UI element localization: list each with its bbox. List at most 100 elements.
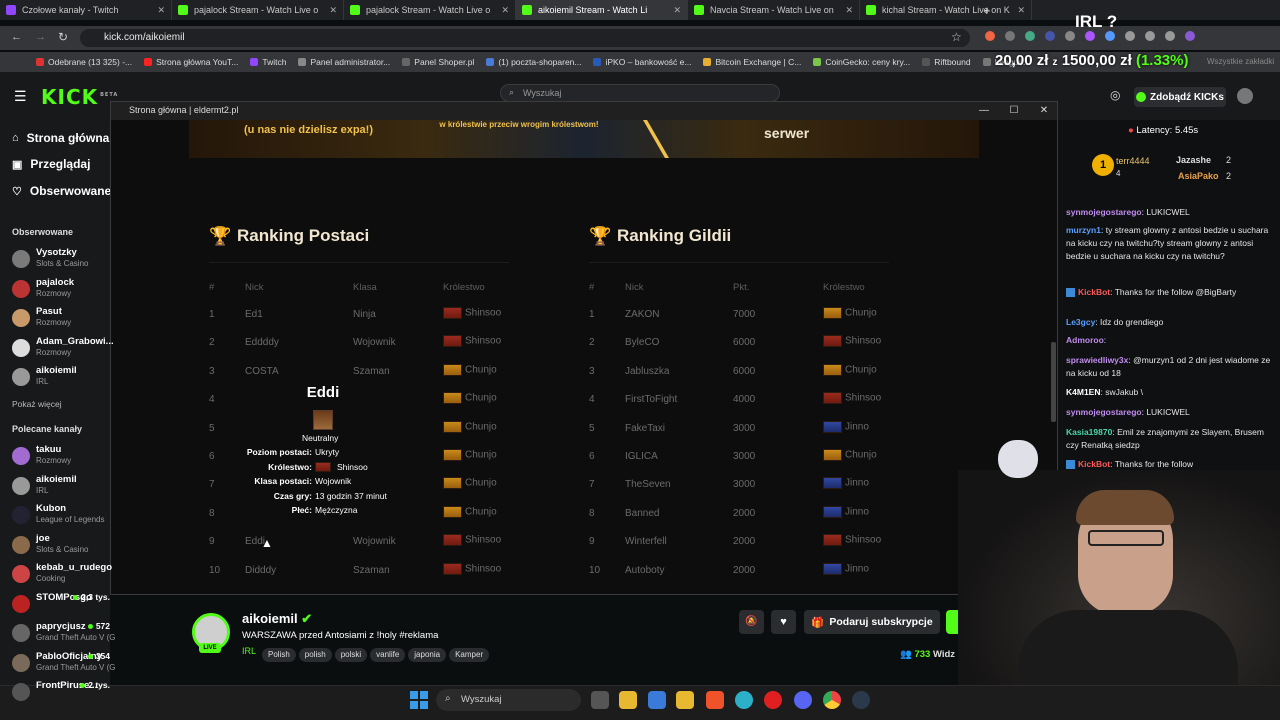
sidebar-channel[interactable]: pajalock Rozmowy xyxy=(12,277,108,303)
close-tab-icon[interactable]: ✕ xyxy=(157,5,165,16)
browser-tab[interactable]: Navcia Stream - Watch Live on ✕ xyxy=(688,0,860,20)
rank-nick[interactable]: IGLICA xyxy=(625,451,658,462)
forward-icon[interactable]: → xyxy=(35,31,46,43)
nav-following[interactable]: ♡ Obserwowane xyxy=(12,184,111,198)
notifications-icon[interactable]: ◎ xyxy=(1110,88,1120,102)
show-more-link[interactable]: Pokaż więcej xyxy=(12,399,62,409)
chat-username[interactable]: Le3gcy xyxy=(1066,317,1095,327)
browser-tab[interactable]: pajalock Stream - Watch Live o ✕ xyxy=(344,0,516,20)
kick-logo[interactable]: KICK BETA xyxy=(41,85,118,109)
windows-start-icon[interactable] xyxy=(410,691,428,709)
rank-nick[interactable]: COSTA xyxy=(245,366,279,377)
stream-tag[interactable]: Kamper xyxy=(449,648,490,662)
stream-tag[interactable]: polish xyxy=(298,648,332,662)
taskbar-search[interactable]: ⌕ Wyszukaj xyxy=(436,689,581,711)
rank-nick[interactable]: Ed1 xyxy=(245,309,263,320)
all-bookmarks[interactable]: Wszystkie zakładki xyxy=(1207,57,1274,66)
streamer-name[interactable]: aikoiemil ✔ xyxy=(242,611,312,627)
sidebar-channel[interactable]: aikoiemil IRL xyxy=(12,365,108,391)
edge-icon[interactable] xyxy=(735,691,753,709)
opera-icon[interactable] xyxy=(764,691,782,709)
rank-nick[interactable]: TheSeven xyxy=(625,479,671,490)
follow-heart-button[interactable]: ♥ xyxy=(771,610,796,634)
sidebar-channel[interactable]: Adam_Grabowi... Rozmowy xyxy=(12,336,114,362)
rank-nick[interactable]: ByleCO xyxy=(625,337,659,348)
task-view-icon[interactable] xyxy=(591,691,609,709)
close-button[interactable]: ✕ xyxy=(1029,102,1059,120)
browser-tab[interactable]: aikoiemil Stream - Watch Li ✕ xyxy=(516,0,688,20)
bookmark-item[interactable]: (1) poczta-shoparen... xyxy=(486,57,581,67)
bookmark-item[interactable]: Panel Shoper.pl xyxy=(402,57,474,67)
browser-tab[interactable]: Czołowe kanały - Twitch ✕ xyxy=(0,0,172,20)
sidebar-channel[interactable]: joe Slots & Casino xyxy=(12,533,108,559)
rank-nick[interactable]: Eddddy xyxy=(245,337,279,348)
rank-nick[interactable]: Banned xyxy=(625,508,659,519)
close-tab-icon[interactable]: ✕ xyxy=(845,5,853,16)
browser-tab[interactable]: kichal Stream - Watch Live on K ✕ xyxy=(860,0,1032,20)
gift-subscription-button[interactable]: 🎁 Podaruj subskrypcje xyxy=(804,610,940,634)
search-input[interactable]: ⌕ Wyszukaj xyxy=(500,84,780,102)
file-explorer-icon[interactable] xyxy=(619,691,637,709)
close-tab-icon[interactable]: ✕ xyxy=(673,5,681,16)
bookmark-item[interactable]: Odebrane (13 325) -... xyxy=(36,57,132,67)
rank-nick[interactable]: Didddy xyxy=(245,565,276,576)
top-gifter-1[interactable]: 1 xyxy=(1092,154,1114,176)
subscribe-button[interactable] xyxy=(946,610,958,634)
chat-username[interactable]: sprawiedliwy3x xyxy=(1066,355,1128,365)
chat-username[interactable]: synmojegostarego xyxy=(1066,407,1142,417)
bookmark-item[interactable]: Bitcoin Exchange | C... xyxy=(703,57,801,67)
rank-nick[interactable]: Winterfell xyxy=(625,536,667,547)
excel-icon[interactable] xyxy=(676,691,694,709)
rank-nick[interactable]: Autoboty xyxy=(625,565,664,576)
sidebar-channel[interactable]: kebab_u_rudego Cooking xyxy=(12,562,112,588)
sidebar-channel[interactable]: STOMPcsgo 2,3 tys. xyxy=(12,592,110,618)
bookmark-star-icon[interactable]: ☆ xyxy=(951,30,962,44)
back-icon[interactable]: ← xyxy=(11,31,22,43)
reload-icon[interactable]: ↻ xyxy=(58,30,68,44)
bookmark-item[interactable]: Panel administrator... xyxy=(298,57,390,67)
rank-nick[interactable]: Jabluszka xyxy=(625,366,669,377)
sidebar-channel[interactable]: takuu Rozmowy xyxy=(12,444,108,470)
chat-username[interactable]: synmojegostarego xyxy=(1066,207,1142,217)
chat-username[interactable]: K4M1EN xyxy=(1066,387,1100,397)
extension-icons[interactable] xyxy=(985,31,1255,43)
store-icon[interactable] xyxy=(648,691,666,709)
steam-icon[interactable] xyxy=(852,691,870,709)
chat-username[interactable]: KickBot xyxy=(1078,459,1110,469)
chrome-icon[interactable] xyxy=(823,691,841,709)
sidebar-channel[interactable]: paprycjusz Grand Theft Auto V (G... 572 xyxy=(12,621,116,647)
rank-nick[interactable]: ZAKON xyxy=(625,309,659,320)
nav-browse[interactable]: ▣ Przeglądaj xyxy=(12,157,90,171)
bookmark-item[interactable]: iPKO – bankowość e... xyxy=(593,57,691,67)
bookmark-item[interactable]: Riftbound xyxy=(922,57,971,67)
sidebar-channel[interactable]: aikoiemil IRL xyxy=(12,474,108,500)
sidebar-channel[interactable]: Vysotzky Slots & Casino xyxy=(12,247,108,273)
get-kicks-button[interactable]: Zdobądź KICKs xyxy=(1134,87,1226,107)
mute-notifications-button[interactable]: 🔕 xyxy=(739,610,764,634)
stream-category[interactable]: IRL xyxy=(242,646,256,656)
bookmark-item[interactable]: Twitch xyxy=(250,57,286,67)
sidebar-channel[interactable]: PabloOficjalny Grand Theft Auto V (G... 35… xyxy=(12,651,116,677)
stream-tag[interactable]: vanlife xyxy=(370,648,406,662)
url-field[interactable]: kick.com/aikoiemil xyxy=(80,29,970,47)
new-tab-button[interactable]: + xyxy=(983,3,991,18)
brave-icon[interactable] xyxy=(706,691,724,709)
rank-nick[interactable]: FakeTaxi xyxy=(625,423,665,434)
scrollbar[interactable] xyxy=(1051,342,1056,422)
close-tab-icon[interactable]: ✕ xyxy=(1017,5,1025,16)
maximize-button[interactable]: ☐ xyxy=(999,102,1029,120)
chat-username[interactable]: Admoroo xyxy=(1066,335,1104,345)
browser-tab[interactable]: pajalock Stream - Watch Live o ✕ xyxy=(172,0,344,20)
stream-tag[interactable]: Polish xyxy=(262,648,296,662)
rank-nick[interactable]: FirstToFight xyxy=(625,394,677,405)
nav-home[interactable]: ⌂ Strona główna xyxy=(12,131,109,145)
menu-icon[interactable]: ☰ xyxy=(14,88,27,105)
bookmark-item[interactable]: CoinGecko: ceny kry... xyxy=(813,57,910,67)
sidebar-channel[interactable]: Pasut Rozmowy xyxy=(12,306,108,332)
user-avatar[interactable] xyxy=(1237,88,1253,104)
bookmark-item[interactable]: Strona główna YouT... xyxy=(144,57,238,67)
chat-username[interactable]: KickBot xyxy=(1078,287,1110,297)
minimize-button[interactable]: — xyxy=(969,102,999,120)
sidebar-channel[interactable]: FrontPiruse... 2 tys. xyxy=(12,680,110,706)
close-tab-icon[interactable]: ✕ xyxy=(329,5,337,16)
